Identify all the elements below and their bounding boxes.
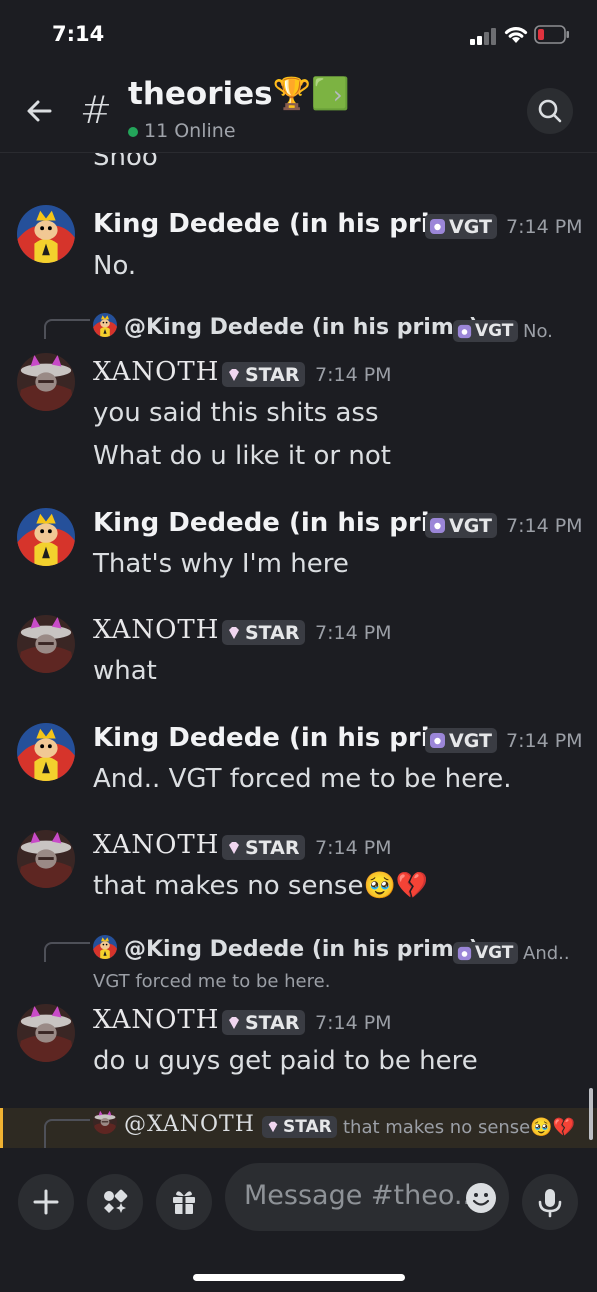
reply-role-tag-label: VGT: [475, 943, 514, 963]
author-name[interactable]: XANOTH: [93, 830, 219, 860]
channel-title[interactable]: theories🏆🟩: [128, 75, 350, 112]
role-tag-label: VGT: [449, 514, 492, 537]
role-tag: VGT: [425, 728, 497, 753]
shield-badge-icon: [430, 518, 445, 533]
author-name[interactable]: King Dedede (in his pri...: [93, 723, 459, 753]
role-tag: STAR: [222, 362, 305, 387]
status-time: 7:14: [52, 22, 105, 46]
shield-badge-icon: [430, 219, 445, 234]
message-text: And.. VGT forced me to be here.: [93, 764, 512, 794]
message-text: No.: [93, 251, 137, 281]
reply-connector: [44, 942, 90, 962]
message-list[interactable]: Shoo King Dedede (in his pri... VGT 7:14…: [0, 153, 597, 1148]
role-tag: STAR: [222, 835, 305, 860]
reply-author[interactable]: @XANOTH: [124, 1112, 255, 1137]
online-count: 11 Online: [144, 120, 236, 142]
role-tag: VGT: [425, 513, 497, 538]
cellular-signal-icon: [470, 27, 498, 45]
gem-icon: [229, 368, 239, 381]
apps-icon: [104, 1189, 128, 1213]
reply-preview[interactable]: that makes no sense🥹💔: [343, 1117, 575, 1138]
avatar-king-dedede[interactable]: [17, 205, 75, 263]
emoji-icon[interactable]: [465, 1182, 497, 1214]
avatar-xanoth[interactable]: [17, 1004, 75, 1062]
role-tag-label: VGT: [449, 215, 492, 238]
reply-author[interactable]: @King Dedede (in his prime): [124, 937, 479, 962]
message-text: That's why I'm here: [93, 549, 349, 579]
author-name[interactable]: XANOTH: [93, 1005, 219, 1035]
timestamp: 7:14 PM: [315, 622, 392, 644]
shield-badge-icon: [430, 733, 445, 748]
gem-icon: [229, 626, 239, 639]
plus-icon: [33, 1189, 59, 1215]
gem-icon: [268, 1121, 278, 1133]
avatar-king-dedede[interactable]: [17, 723, 75, 781]
author-name[interactable]: XANOTH: [93, 615, 219, 645]
gem-icon: [229, 841, 239, 854]
reply-author[interactable]: @King Dedede (in his prime): [124, 315, 479, 340]
channel-hash-icon: #: [80, 88, 112, 132]
gift-button[interactable]: [156, 1174, 212, 1230]
avatar-xanoth[interactable]: [17, 615, 75, 673]
back-arrow-icon[interactable]: [22, 93, 58, 129]
timestamp: 7:14 PM: [506, 216, 583, 238]
timestamp: 7:14 PM: [315, 837, 392, 859]
timestamp: 7:14 PM: [315, 1012, 392, 1034]
reply-connector: [44, 1119, 90, 1148]
role-tag-label: VGT: [449, 729, 492, 752]
role-tag: STAR: [222, 1010, 305, 1035]
reply-role-tag-label: VGT: [475, 321, 514, 341]
add-attachment-button[interactable]: [18, 1174, 74, 1230]
role-tag-label: STAR: [245, 1011, 300, 1034]
message-text: what: [93, 656, 157, 686]
message-text: Shoo: [93, 153, 158, 172]
message-input-placeholder[interactable]: Message #theo..: [244, 1180, 471, 1211]
reply-preview-line2[interactable]: VGT forced me to be here.: [93, 971, 330, 992]
online-status-dot: [128, 127, 138, 137]
reply-role-tag: VGT: [453, 942, 519, 964]
mention-highlight-bar: [0, 1108, 3, 1148]
role-tag-label: STAR: [245, 363, 300, 386]
author-name[interactable]: XANOTH: [93, 357, 219, 387]
reply-avatar: [93, 313, 117, 337]
apps-button[interactable]: [87, 1174, 143, 1230]
role-tag: STAR: [222, 620, 305, 645]
chevron-right-icon[interactable]: ›: [333, 81, 343, 109]
gem-icon: [229, 1016, 239, 1029]
shield-badge-icon: [457, 946, 472, 960]
voice-message-button[interactable]: [522, 1174, 578, 1230]
avatar-king-dedede[interactable]: [17, 508, 75, 566]
role-tag: VGT: [425, 214, 497, 239]
microphone-icon: [538, 1189, 562, 1218]
message-text: What do u like it or not: [93, 441, 391, 471]
reply-role-tag: VGT: [453, 320, 519, 342]
message-text: you said this shits ass: [93, 398, 379, 428]
role-tag-label: STAR: [245, 621, 300, 644]
search-icon: [538, 99, 562, 123]
scrollbar[interactable]: [589, 1088, 593, 1140]
gift-icon: [173, 1191, 195, 1214]
role-tag-label: STAR: [245, 836, 300, 859]
message-text: do u guys get paid to be here: [93, 1046, 478, 1076]
reply-connector: [44, 319, 90, 339]
timestamp: 7:14 PM: [506, 730, 583, 752]
timestamp: 7:14 PM: [315, 364, 392, 386]
reply-role-tag-label: STAR: [283, 1117, 332, 1137]
wifi-icon: [504, 27, 528, 43]
reply-preview[interactable]: No.: [523, 321, 553, 342]
author-name[interactable]: King Dedede (in his pri...: [93, 209, 459, 239]
avatar-xanoth[interactable]: [17, 353, 75, 411]
timestamp: 7:14 PM: [506, 515, 583, 537]
shield-badge-icon: [457, 324, 472, 338]
reply-role-tag: STAR: [262, 1116, 337, 1138]
author-name[interactable]: King Dedede (in his pri...: [93, 508, 459, 538]
search-button[interactable]: [527, 88, 573, 134]
home-indicator[interactable]: [193, 1274, 405, 1281]
reply-avatar: [93, 935, 117, 959]
reply-preview[interactable]: And..: [523, 943, 570, 964]
avatar-xanoth[interactable]: [17, 830, 75, 888]
message-text: that makes no sense🥹💔: [93, 871, 429, 901]
reply-avatar: [93, 1110, 117, 1134]
battery-low-icon: [534, 25, 569, 44]
